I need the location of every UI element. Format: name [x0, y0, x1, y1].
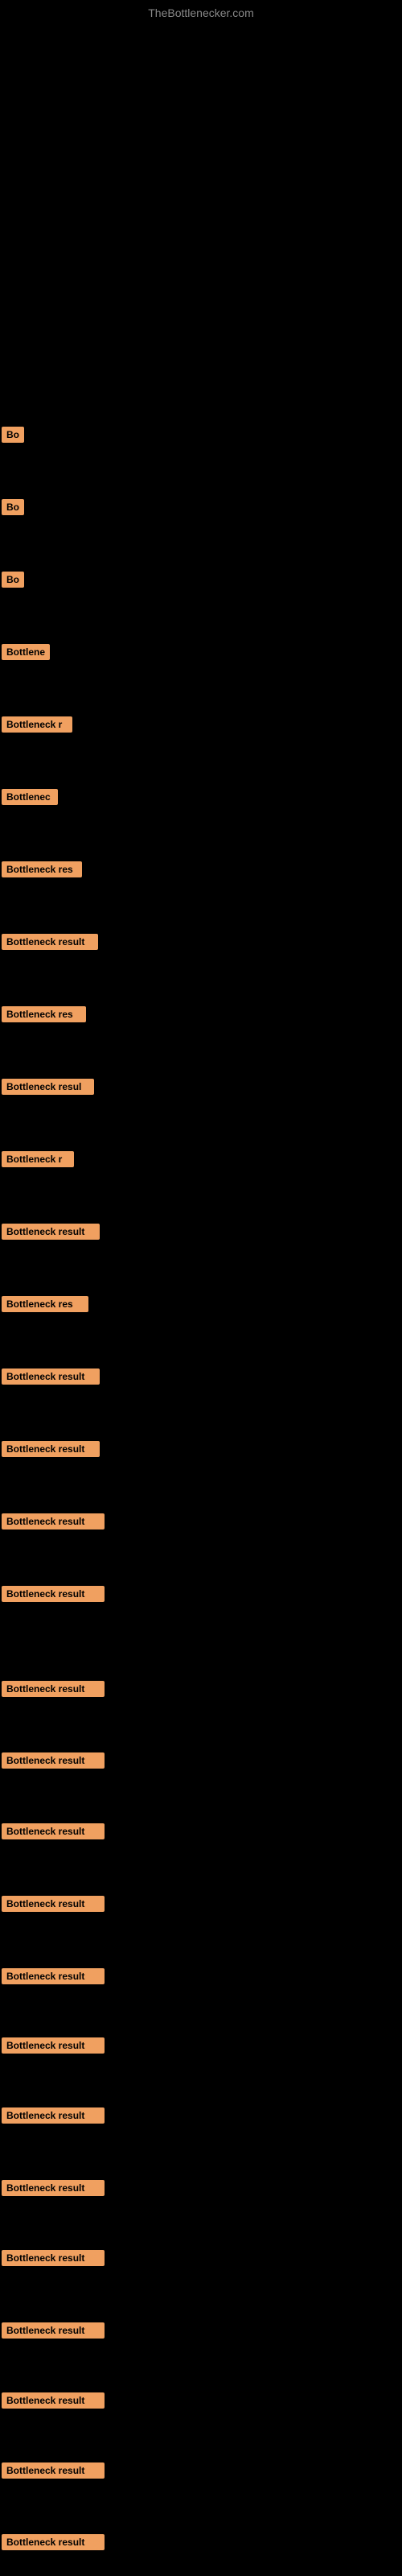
bottleneck-result-label: Bottleneck result: [2, 1896, 105, 1912]
bottleneck-result-label: Bottleneck result: [2, 1823, 105, 1839]
bottleneck-result-label: Bottleneck res: [2, 1296, 88, 1312]
bottleneck-result-label: Bottleneck result: [2, 1752, 105, 1769]
bottleneck-result-label: Bottleneck result: [2, 1586, 105, 1602]
bottleneck-result-label: Bottleneck result: [2, 2250, 105, 2266]
bottleneck-result-label: Bottleneck result: [2, 1441, 100, 1457]
bottleneck-result-label: Bottleneck result: [2, 1513, 105, 1530]
bottleneck-result-label: Bottleneck res: [2, 1006, 86, 1022]
bottleneck-result-label: Bottleneck result: [2, 1224, 100, 1240]
bottleneck-result-label: Bottleneck resul: [2, 1079, 94, 1095]
site-title: TheBottlenecker.com: [148, 6, 254, 19]
bottleneck-result-label: Bottleneck result: [2, 2392, 105, 2409]
bottleneck-result-label: Bo: [2, 427, 24, 443]
bottleneck-result-label: Bottleneck result: [2, 1681, 105, 1697]
bottleneck-result-label: Bottlene: [2, 644, 50, 660]
bottleneck-result-label: Bottleneck result: [2, 2322, 105, 2339]
bottleneck-result-label: Bo: [2, 572, 24, 588]
bottleneck-result-label: Bottleneck result: [2, 2462, 105, 2479]
bottleneck-result-label: Bottleneck result: [2, 1968, 105, 1984]
bottleneck-result-label: Bottleneck result: [2, 2037, 105, 2054]
bottleneck-result-label: Bottleneck res: [2, 861, 82, 877]
bottleneck-result-label: Bottleneck r: [2, 716, 72, 733]
bottleneck-result-label: Bo: [2, 499, 24, 515]
bottleneck-result-label: Bottleneck result: [2, 2180, 105, 2196]
bottleneck-result-label: Bottlenec: [2, 789, 58, 805]
bottleneck-result-label: Bottleneck r: [2, 1151, 74, 1167]
bottleneck-result-label: Bottleneck result: [2, 2534, 105, 2550]
bottleneck-result-label: Bottleneck result: [2, 1368, 100, 1385]
bottleneck-result-label: Bottleneck result: [2, 2107, 105, 2124]
bottleneck-result-label: Bottleneck result: [2, 934, 98, 950]
